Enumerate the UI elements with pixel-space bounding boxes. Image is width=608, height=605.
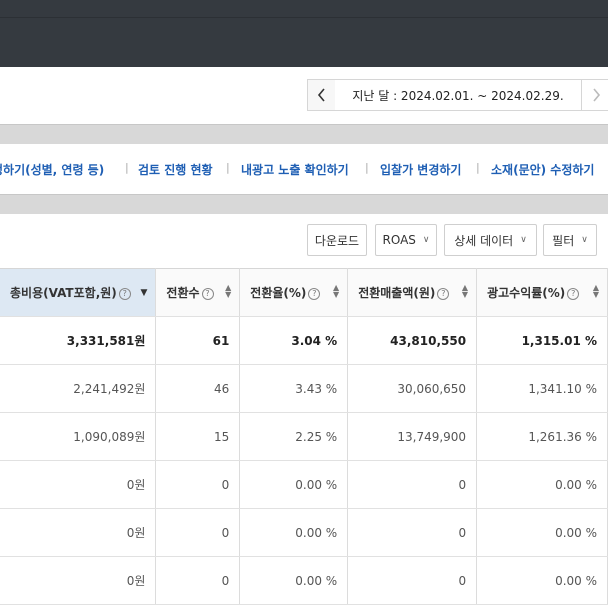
column-header-conversions[interactable]: 전환수? ▲ ▼ — [155, 268, 241, 317]
help-icon[interactable]: ? — [308, 287, 321, 300]
cell-conversion-revenue: 0 — [347, 556, 478, 605]
date-range-label[interactable]: 지난 달 : 2024.02.01. ~ 2024.02.29. — [335, 79, 581, 111]
link-check-ad-exposure[interactable]: 내광고 노출 확인하기 — [241, 161, 349, 178]
section-divider — [0, 124, 608, 144]
cell-conversion-rate: 2.25 % — [239, 412, 349, 461]
cell-conversion-rate: 0.00 % — [239, 556, 349, 605]
cell-roas: 0.00 % — [476, 460, 608, 509]
cell-conversions: 61 — [155, 316, 241, 365]
table-row[interactable]: 0원 0 0.00 % 0 0.00 % — [0, 460, 608, 509]
table-row[interactable]: 2,241,492원 46 3.43 % 30,060,650 1,341.10… — [0, 364, 608, 413]
table-row-total: 3,331,581원 61 3.04 % 43,810,550 1,315.01… — [0, 316, 608, 365]
cell-conversion-rate: 3.04 % — [239, 316, 349, 365]
sort-icon: ▲ ▼ — [225, 283, 232, 299]
column-header-conversion-revenue[interactable]: 전환매출액(원)? ▲ ▼ — [347, 268, 478, 317]
stats-table: 총비용(VAT포함,원)? ▼ 전환수? ▲ ▼ 전환율(%)? ▲ ▼ 전환매출액(원)… — [0, 268, 608, 605]
top-navigation-bar — [0, 0, 608, 67]
table-toolbar: 다운로드 ROAS ∨ 상세 데이터 ∨ 필터 ∨ — [0, 214, 608, 268]
help-icon[interactable]: ? — [118, 287, 131, 300]
chevron-left-icon — [317, 88, 325, 102]
cell-total-cost: 0원 — [0, 508, 157, 557]
chevron-right-icon — [592, 88, 600, 102]
metric-select-label: ROAS — [382, 233, 416, 247]
next-period-button[interactable] — [581, 79, 608, 111]
cell-conversions: 0 — [155, 460, 241, 509]
cell-roas: 1,315.01 % — [476, 316, 608, 365]
table-header-row: 총비용(VAT포함,원)? ▼ 전환수? ▲ ▼ 전환율(%)? ▲ ▼ 전환매출액(원)… — [0, 268, 608, 317]
quick-links-bar: 정하기(성별, 연령 등) | 검토 진행 현황 | 내광고 노출 확인하기 |… — [0, 144, 608, 194]
chevron-down-icon: ∨ — [520, 235, 527, 245]
chevron-down-icon: ∨ — [422, 235, 430, 245]
cell-conversions: 0 — [155, 508, 241, 557]
top-divider — [0, 17, 608, 18]
link-separator: | — [125, 161, 129, 174]
cell-total-cost: 2,241,492원 — [0, 364, 157, 413]
column-header-label: 전환매출액(원) — [358, 286, 436, 300]
section-divider-line — [0, 124, 608, 125]
sort-icon: ▲ ▼ — [333, 283, 340, 299]
cell-roas: 0.00 % — [476, 556, 608, 605]
cell-roas: 0.00 % — [476, 508, 608, 557]
link-edit-creative[interactable]: 소재(문안) 수정하기 — [491, 161, 594, 178]
cell-conversion-rate: 3.43 % — [239, 364, 349, 413]
table-row[interactable]: 0원 0 0.00 % 0 0.00 % — [0, 556, 608, 605]
help-icon[interactable]: ? — [567, 287, 580, 300]
table-row[interactable]: 1,090,089원 15 2.25 % 13,749,900 1,261.36… — [0, 412, 608, 461]
sort-icon: ▲ ▼ — [461, 283, 469, 299]
download-button[interactable]: 다운로드 — [307, 224, 367, 256]
column-header-label: 총비용(VAT포함,원) — [10, 286, 117, 300]
sort-desc-icon: ▼ — [140, 288, 148, 298]
cell-conversion-revenue: 30,060,650 — [347, 364, 478, 413]
link-separator: | — [226, 161, 230, 174]
column-header-label: 광고수익률(%) — [487, 286, 566, 300]
column-header-conversion-rate[interactable]: 전환율(%)? ▲ ▼ — [239, 268, 349, 317]
detail-data-label: 상세 데이터 — [454, 233, 514, 248]
link-change-bid[interactable]: 입찰가 변경하기 — [380, 161, 461, 178]
filter-select-label: 필터 — [552, 233, 575, 248]
table-row[interactable]: 0원 0 0.00 % 0 0.00 % — [0, 508, 608, 557]
cell-conversions: 15 — [155, 412, 241, 461]
cell-conversion-revenue: 0 — [347, 460, 478, 509]
section-divider-line — [0, 194, 608, 195]
section-divider — [0, 194, 608, 214]
cell-roas: 1,341.10 % — [476, 364, 608, 413]
previous-period-button[interactable] — [307, 79, 336, 111]
cell-conversion-revenue: 43,810,550 — [347, 316, 478, 365]
metric-select[interactable]: ROAS ∨ — [375, 224, 437, 256]
column-header-label: 전환율(%) — [250, 286, 307, 300]
chevron-down-icon: ∨ — [581, 235, 588, 245]
cell-roas: 1,261.36 % — [476, 412, 608, 461]
column-header-label: 전환수 — [166, 286, 200, 300]
cell-conversions: 0 — [155, 556, 241, 605]
cell-total-cost: 0원 — [0, 460, 157, 509]
link-separator: | — [365, 161, 369, 174]
help-icon[interactable]: ? — [201, 287, 214, 300]
column-header-total-cost[interactable]: 총비용(VAT포함,원)? ▼ — [0, 268, 157, 317]
help-icon[interactable]: ? — [437, 287, 450, 300]
cell-total-cost: 0원 — [0, 556, 157, 605]
cell-total-cost: 1,090,089원 — [0, 412, 157, 461]
sort-icon: ▲ ▼ — [592, 283, 599, 299]
cell-total-cost: 3,331,581원 — [0, 316, 157, 365]
column-header-roas[interactable]: 광고수익률(%)? ▲ ▼ — [476, 268, 608, 317]
cell-conversion-revenue: 0 — [347, 508, 478, 557]
cell-conversions: 46 — [155, 364, 241, 413]
link-separator: | — [476, 161, 480, 174]
download-button-label: 다운로드 — [314, 233, 360, 248]
cell-conversion-revenue: 13,749,900 — [347, 412, 478, 461]
link-review-status[interactable]: 검토 진행 현황 — [138, 161, 213, 178]
detail-data-select[interactable]: 상세 데이터 ∨ — [444, 224, 537, 256]
link-set-targeting[interactable]: 정하기(성별, 연령 등) — [0, 161, 104, 178]
cell-conversion-rate: 0.00 % — [239, 508, 349, 557]
cell-conversion-rate: 0.00 % — [239, 460, 349, 509]
filter-select[interactable]: 필터 ∨ — [543, 224, 597, 256]
